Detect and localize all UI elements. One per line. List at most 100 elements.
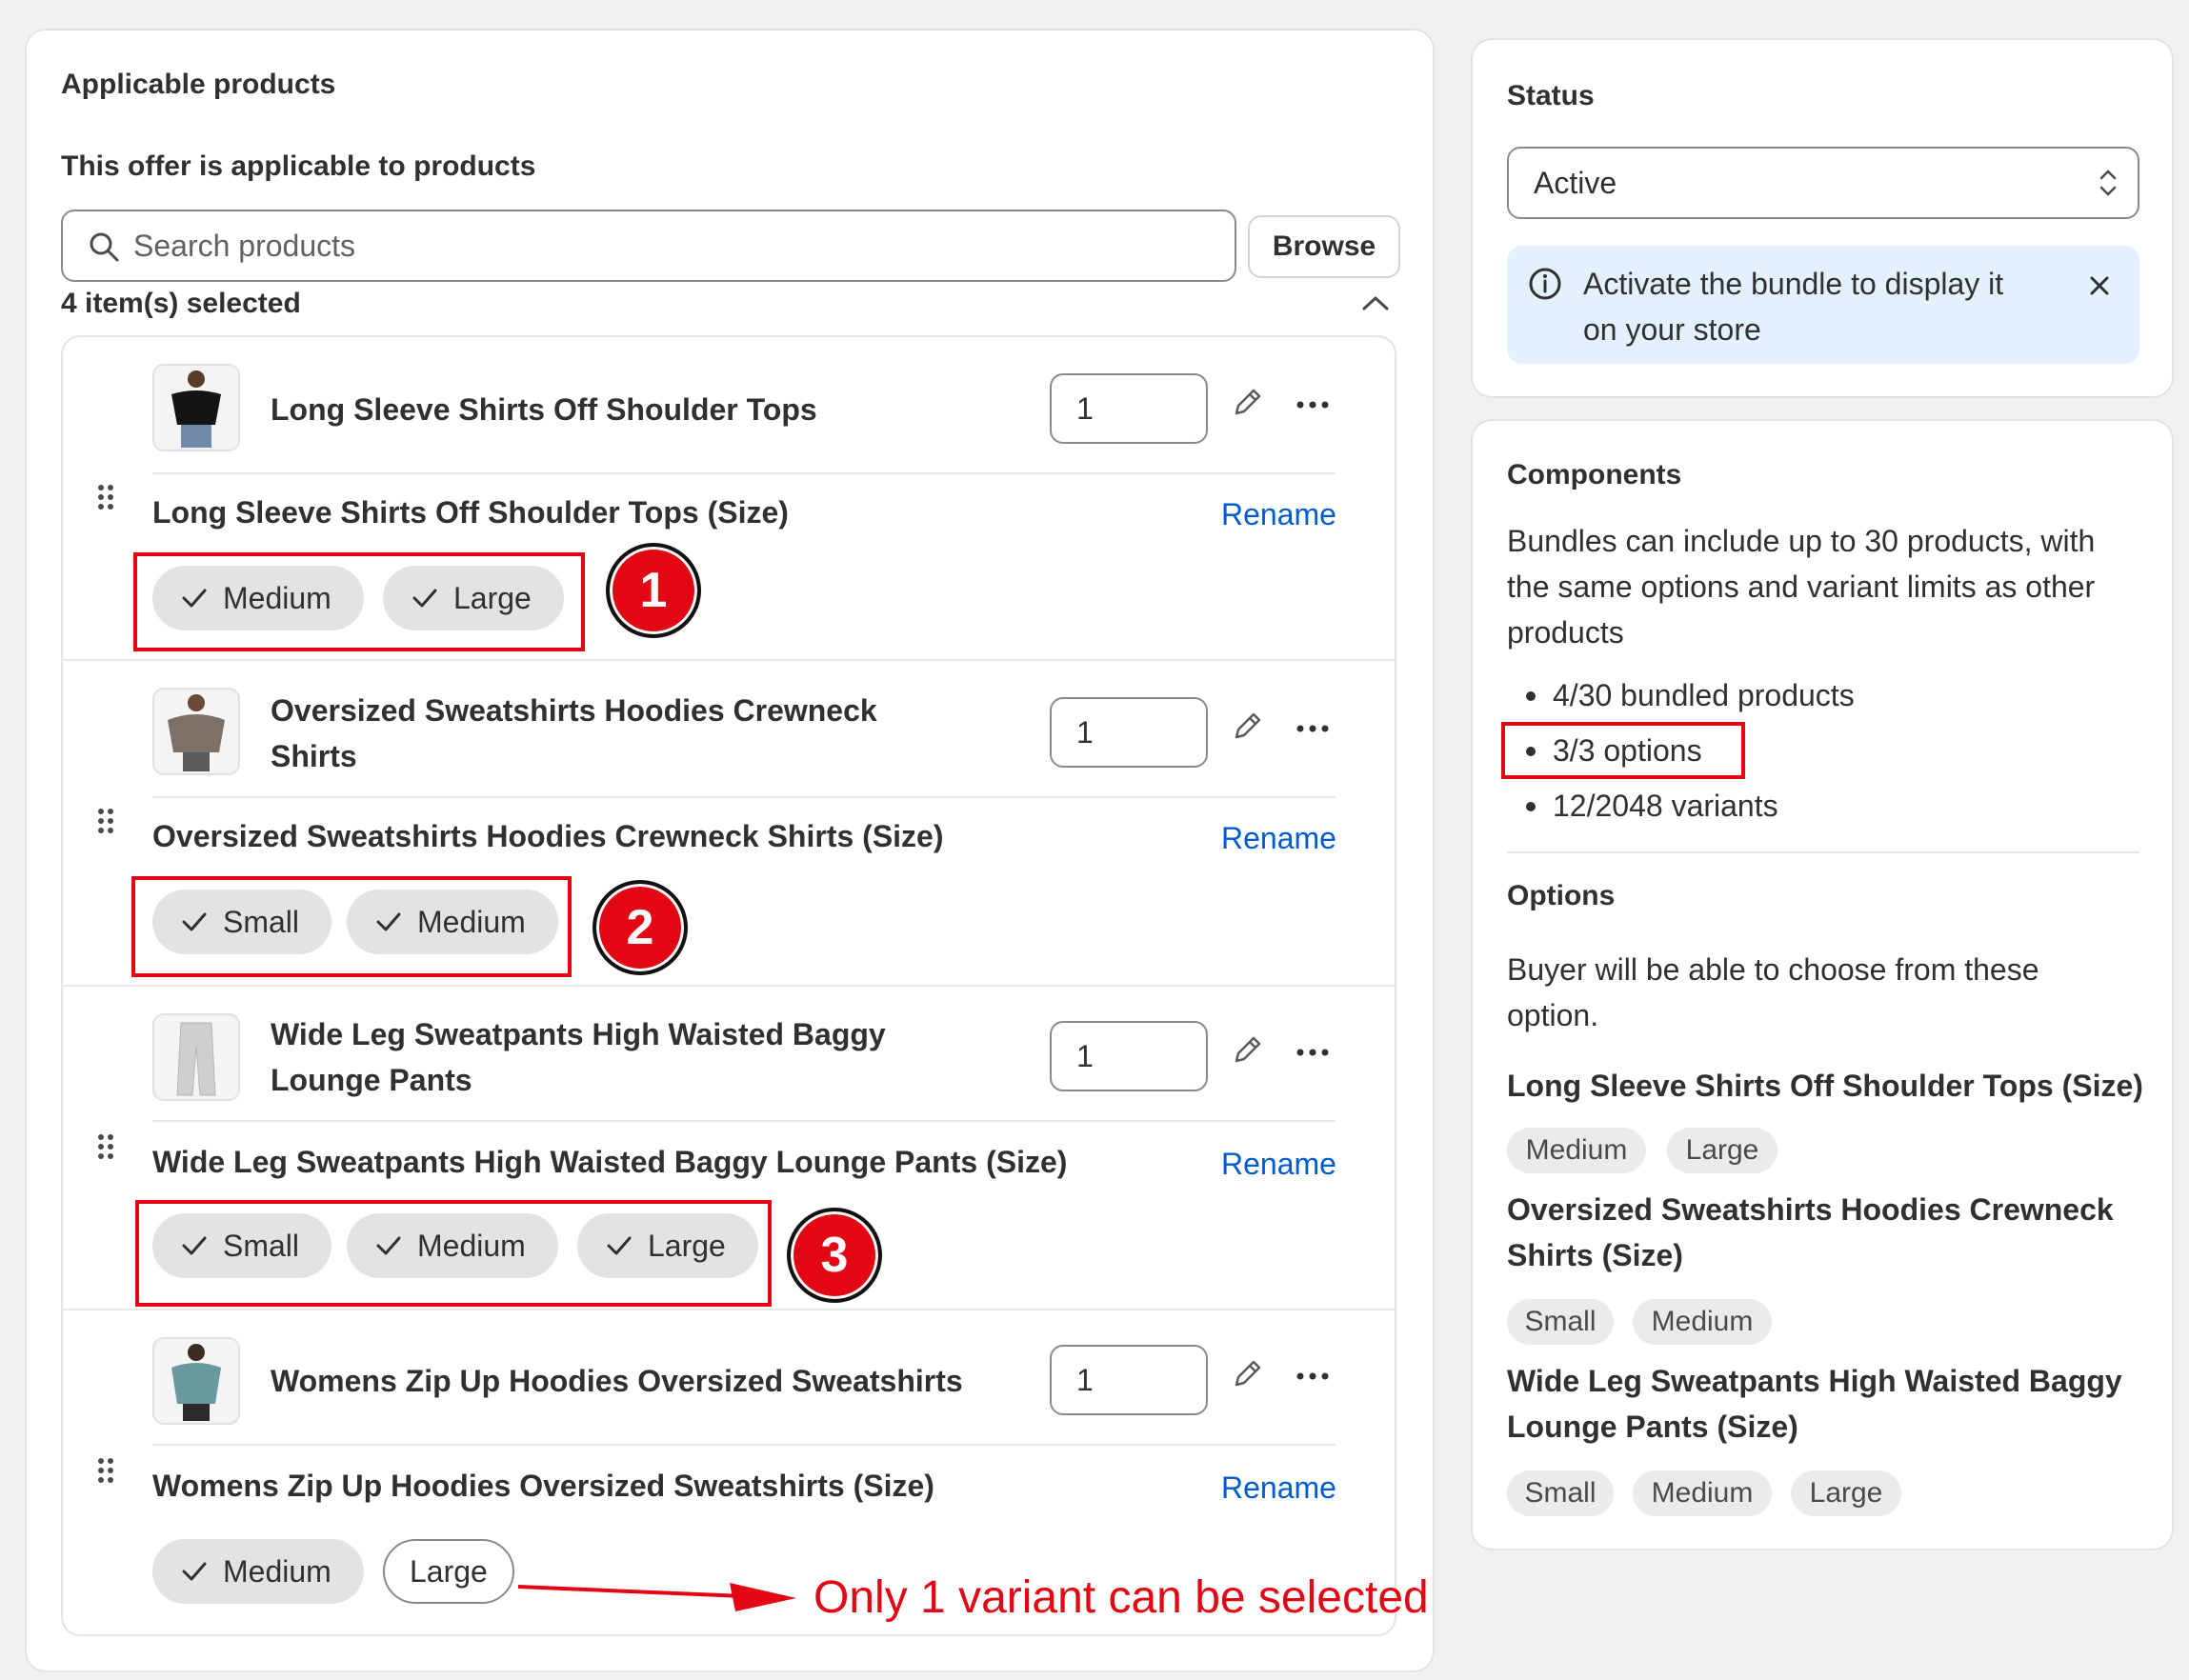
option-value: Medium (1507, 1128, 1646, 1173)
card-subtitle: This offer is applicable to products (61, 150, 536, 182)
product-thumbnail (152, 364, 240, 451)
components-card: Components Bundles can include up to 30 … (1471, 419, 2174, 1550)
more-actions-icon[interactable] (1295, 398, 1330, 415)
divider (152, 1120, 1335, 1122)
drag-handle-icon[interactable] (97, 1457, 114, 1489)
options-description: Buyer will be able to choose from these o… (1507, 947, 2039, 1038)
variant-label: Large (410, 1553, 488, 1589)
annotation-note: Only 1 variant can be selected (813, 1572, 1429, 1623)
product-name: Wide Leg Sweatpants High Waisted Baggy Lo… (271, 1011, 886, 1103)
search-icon (88, 230, 120, 268)
pencil-icon[interactable] (1231, 385, 1265, 424)
pencil-icon[interactable] (1231, 1032, 1265, 1071)
option-value: Medium (1633, 1299, 1772, 1345)
drag-handle-icon[interactable] (97, 808, 114, 839)
more-actions-icon[interactable] (1295, 1046, 1330, 1063)
chevron-up-icon[interactable] (1360, 293, 1391, 317)
option-group-title-line: Lounge Pants (Size) (1507, 1410, 1798, 1444)
divider (63, 1309, 1395, 1310)
option-group-title-line: Wide Leg Sweatpants High Waisted Baggy (1507, 1364, 2122, 1398)
quantity-field[interactable]: 1 (1050, 373, 1208, 444)
quantity-field[interactable]: 1 (1050, 697, 1208, 768)
product-name: Oversized Sweatshirts Hoodies Crewneck Sh… (271, 688, 877, 779)
option-title: Long Sleeve Shirts Off Shoulder Tops (Si… (152, 495, 789, 530)
options-title: Options (1507, 880, 1616, 911)
rename-link[interactable]: Rename (1221, 1147, 1336, 1182)
close-icon[interactable] (2088, 274, 2111, 302)
search-placeholder: Search products (133, 229, 356, 263)
option-value: Large (1791, 1470, 1901, 1516)
option-title: Womens Zip Up Hoodies Oversized Sweatshi… (152, 1469, 934, 1503)
product-name-line: Oversized Sweatshirts Hoodies Crewneck (271, 693, 877, 728)
divider (152, 472, 1335, 474)
drag-handle-icon[interactable] (97, 1133, 114, 1165)
browse-button[interactable]: Browse (1248, 215, 1400, 278)
divider (152, 1444, 1335, 1446)
annotation-badge: 1 (606, 543, 701, 638)
description-line: option. (1507, 998, 1599, 1032)
annotation-badge: 2 (592, 880, 688, 975)
selected-count: 4 item(s) selected (61, 288, 301, 319)
variant-chip[interactable]: Medium (152, 1539, 364, 1604)
annotation-box (131, 876, 572, 977)
option-group-title: Wide Leg Sweatpants High Waisted Baggy Lo… (1507, 1358, 2122, 1450)
more-actions-icon[interactable] (1295, 1370, 1330, 1387)
status-card: Status Active Activate the bundle to dis… (1471, 38, 2174, 398)
annotation-box (135, 1200, 772, 1307)
divider (63, 659, 1395, 661)
components-title: Components (1507, 459, 1682, 490)
product-name: Womens Zip Up Hoodies Oversized Sweatshi… (271, 1364, 963, 1398)
divider (152, 796, 1335, 798)
description-line: Buyer will be able to choose from these (1507, 952, 2039, 987)
pencil-icon[interactable] (1231, 709, 1265, 748)
divider (63, 985, 1395, 987)
checkmark-icon (181, 1561, 208, 1582)
info-banner: Activate the bundle to display it on your… (1507, 246, 2139, 364)
product-name-line: Shirts (271, 739, 357, 773)
rename-link[interactable]: Rename (1221, 1470, 1336, 1506)
status-value: Active (1534, 166, 1617, 200)
divider (1507, 851, 2139, 853)
product-name-line: Lounge Pants (271, 1063, 472, 1097)
pencil-icon[interactable] (1231, 1356, 1265, 1395)
info-icon (1528, 267, 1562, 306)
product-thumbnail (152, 688, 240, 775)
search-input[interactable]: Search products (61, 210, 1236, 282)
bullet-dot (1526, 802, 1536, 811)
select-arrows-icon (2098, 166, 2119, 205)
rename-link[interactable]: Rename (1221, 497, 1336, 532)
quantity-field[interactable]: 1 (1050, 1345, 1208, 1415)
option-value: Small (1507, 1299, 1614, 1345)
banner-line: on your store (1583, 312, 1761, 347)
option-title: Oversized Sweatshirts Hoodies Crewneck S… (152, 819, 944, 853)
option-value: Small (1507, 1470, 1614, 1516)
option-title: Wide Leg Sweatpants High Waisted Baggy L… (152, 1145, 1068, 1179)
option-value: Medium (1633, 1470, 1772, 1516)
more-actions-icon[interactable] (1295, 722, 1330, 739)
annotation-box (133, 552, 585, 651)
bullet-dot (1526, 691, 1536, 701)
variant-chip[interactable]: Large (383, 1539, 514, 1604)
components-description: Bundles can include up to 30 products, w… (1507, 518, 2095, 655)
annotation-badge: 3 (787, 1208, 882, 1303)
option-group-title-line: Shirts (Size) (1507, 1238, 1683, 1272)
option-group-title: Long Sleeve Shirts Off Shoulder Tops (Si… (1507, 1069, 2143, 1103)
stat-variants: 12/2048 variants (1553, 789, 1778, 823)
banner-line: Activate the bundle to display it (1583, 267, 2004, 301)
arrow-annotation (514, 1577, 800, 1624)
product-thumbnail (152, 1337, 240, 1425)
product-name-line: Wide Leg Sweatpants High Waisted Baggy (271, 1017, 886, 1051)
status-title: Status (1507, 80, 1595, 111)
product-name: Long Sleeve Shirts Off Shoulder Tops (271, 392, 817, 427)
rename-link[interactable]: Rename (1221, 821, 1336, 856)
banner-text: Activate the bundle to display it on your… (1583, 261, 2003, 352)
drag-handle-icon[interactable] (97, 484, 114, 515)
description-line: Bundles can include up to 30 products, w… (1507, 524, 2096, 558)
option-value: Large (1667, 1128, 1777, 1173)
status-select[interactable]: Active (1507, 147, 2139, 219)
variant-label: Medium (223, 1553, 331, 1589)
quantity-field[interactable]: 1 (1050, 1021, 1208, 1091)
description-line: products (1507, 615, 1624, 650)
option-group-title: Oversized Sweatshirts Hoodies Crewneck Sh… (1507, 1187, 2114, 1278)
product-thumbnail (152, 1013, 240, 1101)
